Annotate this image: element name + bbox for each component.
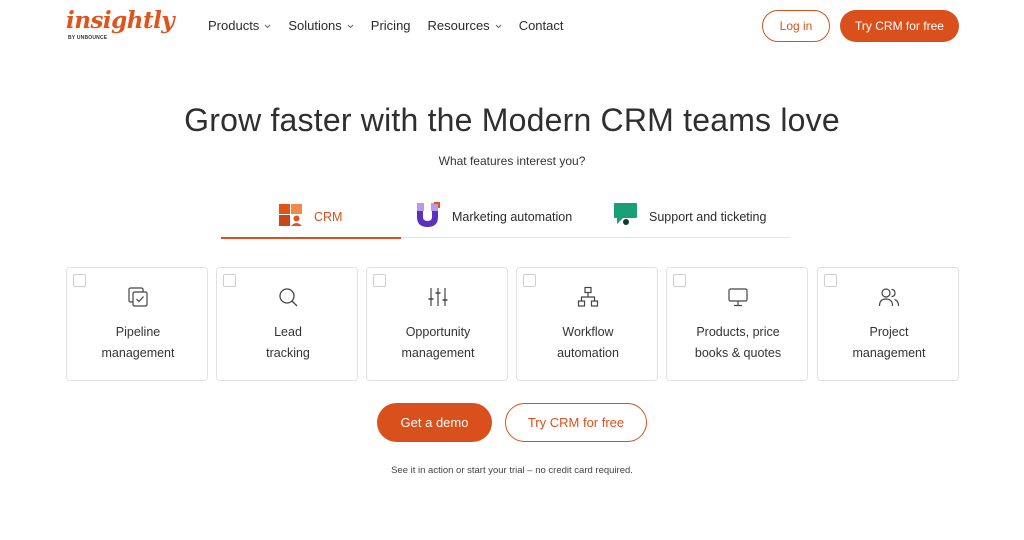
tab-crm-label: CRM: [314, 210, 343, 224]
nav-solutions-label: Solutions: [288, 18, 342, 33]
site-header: insightly BY UNBOUNCE Products Solutions…: [0, 0, 1024, 52]
tab-marketing-label: Marketing automation: [452, 210, 573, 224]
get-demo-button[interactable]: Get a demo: [377, 403, 492, 442]
marketing-magnet-icon: [416, 200, 442, 228]
insightly-logo[interactable]: insightly BY UNBOUNCE: [66, 7, 175, 43]
pipeline-icon: [128, 287, 148, 307]
nav-resources[interactable]: Resources: [428, 18, 502, 33]
nav-products[interactable]: Products: [208, 18, 271, 33]
users-icon: [878, 288, 900, 307]
sliders-icon: [428, 288, 448, 306]
nav-products-label: Products: [208, 18, 260, 33]
feature-checkbox[interactable]: [824, 274, 837, 287]
login-button[interactable]: Log in: [762, 10, 830, 42]
support-chat-icon: [613, 200, 639, 228]
feature-checkbox[interactable]: [523, 274, 536, 287]
feature-checkbox[interactable]: [73, 274, 86, 287]
search-icon: [279, 288, 298, 307]
feature-card-label: Pipeline management: [101, 325, 175, 360]
monitor-icon: [728, 288, 748, 307]
logo-tagline: BY UNBOUNCE: [68, 35, 108, 41]
logo-wordmark: insightly: [66, 7, 175, 34]
feature-checkbox[interactable]: [373, 274, 386, 287]
tab-support-ticketing[interactable]: Support and ticketing: [613, 200, 766, 238]
feature-card-pipeline[interactable]: Pipeline management: [66, 267, 208, 381]
feature-card-label: Workflow automation: [557, 325, 619, 360]
cta-note: See it in action or start your trial – n…: [391, 465, 633, 476]
feature-checkbox[interactable]: [223, 274, 236, 287]
feature-card-lead-tracking[interactable]: Lead tracking: [216, 267, 358, 381]
tab-support-label: Support and ticketing: [649, 210, 767, 224]
feature-card-products[interactable]: Products, price books & quotes: [666, 267, 808, 381]
feature-card-workflow[interactable]: Workflow automation: [516, 267, 658, 381]
feature-checkbox[interactable]: [673, 274, 686, 287]
nav-resources-label: Resources: [427, 18, 490, 33]
chevron-down-icon: [495, 24, 502, 28]
chevron-down-icon: [347, 24, 354, 28]
feature-tabs: CRM Marketing automation Support and tic…: [221, 200, 790, 239]
tab-crm[interactable]: CRM: [221, 200, 401, 239]
feature-cards: Pipeline management Lead tracking Opport…: [66, 267, 959, 381]
nav-solutions[interactable]: Solutions: [288, 18, 354, 33]
feature-card-label: Opportunity management: [401, 325, 475, 360]
hero-subtitle: What features interest you?: [438, 154, 586, 168]
main-nav: Products Solutions Pricing Resources Con…: [208, 18, 581, 33]
crm-grid-icon: [278, 200, 304, 228]
tab-marketing-automation[interactable]: Marketing automation: [416, 200, 572, 238]
feature-card-label: Products, price books & quotes: [694, 325, 782, 360]
hero-title: Grow faster with the Modern CRM teams lo…: [184, 102, 840, 138]
nav-pricing-label: Pricing: [370, 18, 411, 33]
nav-pricing[interactable]: Pricing: [371, 18, 411, 33]
feature-card-label: Project management: [852, 325, 926, 360]
nav-contact-label: Contact: [518, 18, 564, 33]
nav-contact[interactable]: Contact: [519, 18, 564, 33]
feature-card-label: Lead tracking: [266, 325, 310, 360]
try-crm-button[interactable]: Try CRM for free: [505, 403, 647, 442]
workflow-icon: [577, 286, 599, 307]
try-crm-header-button[interactable]: Try CRM for free: [840, 10, 959, 42]
feature-card-project[interactable]: Project management: [817, 267, 959, 381]
chevron-down-icon: [264, 24, 271, 28]
feature-card-opportunity[interactable]: Opportunity management: [366, 267, 508, 381]
